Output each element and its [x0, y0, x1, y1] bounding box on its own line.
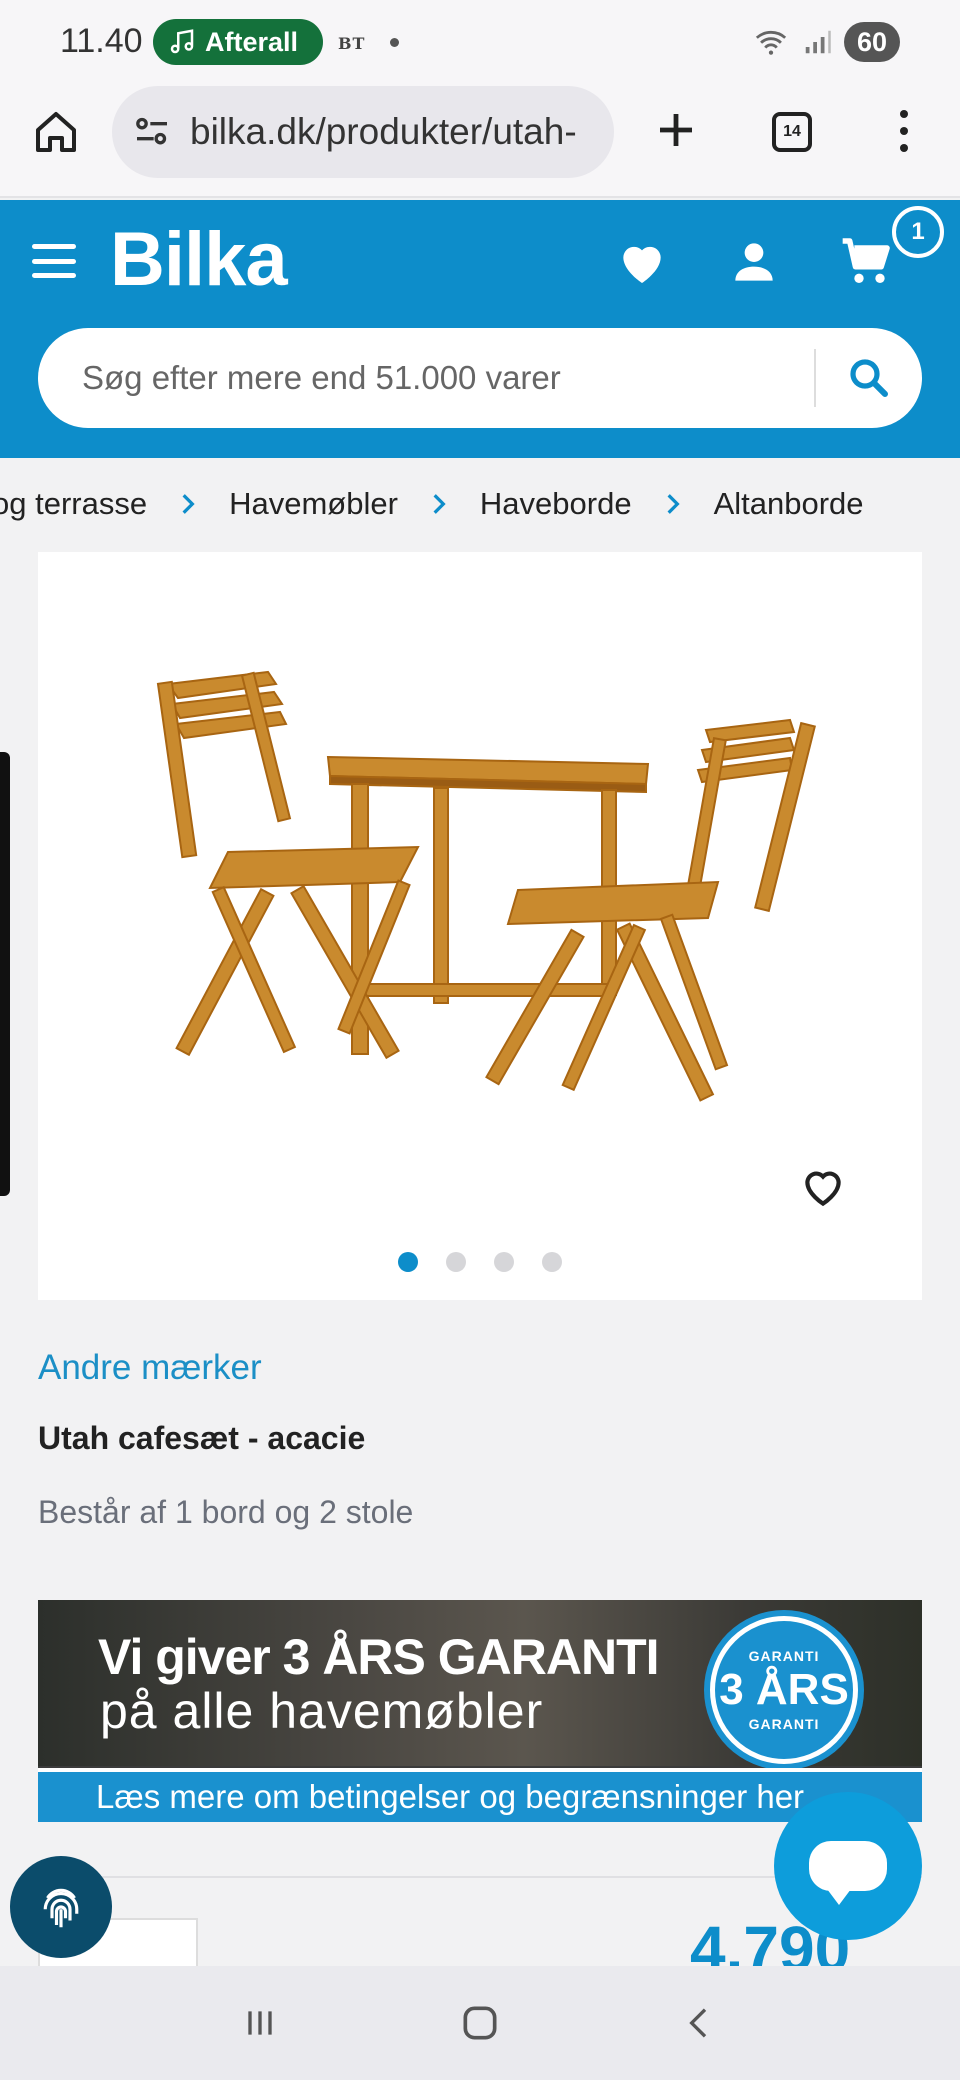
favorites-heart-icon[interactable] [614, 234, 670, 290]
edge-panel-handle[interactable] [0, 752, 10, 1196]
chat-support-button[interactable] [774, 1792, 922, 1940]
carousel-dot[interactable] [446, 1252, 466, 1272]
carousel-dot[interactable] [398, 1252, 418, 1272]
product-brand-link[interactable]: Andre mærker [38, 1348, 262, 1388]
chevron-right-icon [667, 494, 680, 514]
breadcrumb-item[interactable]: Haveborde [480, 486, 632, 522]
breadcrumb-item[interactable]: Havemøbler [229, 486, 398, 522]
cart-count-badge: 1 [892, 206, 944, 258]
search-input[interactable] [38, 359, 814, 397]
search-icon [850, 359, 888, 397]
fingerprint-icon [43, 1888, 79, 1928]
fingerprint-button[interactable] [10, 1856, 112, 1958]
product-image-gallery[interactable] [38, 552, 922, 1300]
search-button[interactable] [816, 328, 922, 428]
breadcrumb-item[interactable]: Altanborde [714, 486, 864, 522]
recent-apps-icon[interactable] [230, 1993, 290, 2053]
site-settings-icon[interactable] [132, 112, 172, 152]
wifi-icon [755, 30, 787, 55]
battery-indicator: 60 [844, 22, 900, 62]
shopping-cart-icon[interactable] [838, 234, 894, 290]
breadcrumb: og terrasse Havemøbler Haveborde Altanbo… [0, 458, 960, 550]
breadcrumb-item[interactable]: og terrasse [0, 486, 147, 522]
status-bar: 11.40 Afterall BT 60 [0, 0, 960, 86]
product-subtitle: Består af 1 bord og 2 stole [38, 1494, 414, 1530]
carousel-dot[interactable] [494, 1252, 514, 1272]
site-header: Bilka 1 [0, 200, 960, 458]
home-nav-icon[interactable] [450, 1993, 510, 2053]
hamburger-menu-icon[interactable] [32, 244, 76, 278]
screen: 11.40 Afterall BT 60 bilka.dk/produkter/… [0, 0, 960, 2080]
new-tab-icon[interactable] [652, 106, 700, 154]
carousel-dots [38, 1252, 922, 1272]
system-navigation-bar [0, 1966, 960, 2080]
browser-toolbar: bilka.dk/produkter/utah- 14 [0, 86, 960, 198]
url-text: bilka.dk/produkter/utah- [190, 111, 577, 152]
badge-main-text: 3 ÅRS [719, 1665, 849, 1714]
add-to-wishlist-heart-icon[interactable] [796, 1162, 850, 1212]
carousel-dot[interactable] [542, 1252, 562, 1272]
account-user-icon[interactable] [726, 234, 782, 290]
chevron-right-icon [433, 494, 446, 514]
badge-top-text: GARANTI [748, 1648, 820, 1664]
search-bar [38, 328, 922, 428]
notification-app-icon: BT [338, 34, 366, 53]
warranty-seal-badge: GARANTI 3 ÅRS GARANTI [710, 1616, 858, 1764]
home-icon[interactable] [32, 108, 80, 156]
more-menu-icon[interactable] [886, 106, 922, 156]
warranty-banner[interactable]: Vi giver 3 ÅRS GARANTI på alle havemøble… [38, 1600, 922, 1822]
chevron-right-icon [182, 494, 195, 514]
signal-icon [805, 30, 831, 54]
product-title: Utah cafesæt - acacie [38, 1420, 366, 1456]
status-time: 11.40 [60, 22, 143, 60]
chat-bubble-icon [809, 1841, 887, 1905]
notification-dot-icon [390, 38, 399, 47]
product-image [156, 670, 816, 1102]
media-app-label: Afterall [205, 26, 299, 57]
music-note-icon [170, 29, 194, 54]
bilka-logo[interactable]: Bilka [110, 216, 288, 303]
banner-subheadline: på alle havemøbler [100, 1683, 544, 1739]
banner-headline: Vi giver 3 ÅRS GARANTI [98, 1629, 660, 1685]
status-icons: 60 [752, 22, 900, 62]
back-nav-icon[interactable] [670, 1993, 730, 2053]
tab-switcher-button[interactable]: 14 [772, 112, 812, 152]
address-bar[interactable]: bilka.dk/produkter/utah- [112, 86, 614, 178]
media-playing-chip[interactable]: Afterall [153, 19, 323, 65]
banner-terms-link[interactable]: Læs mere om betingelser og begrænsninger… [38, 1768, 922, 1822]
badge-bottom-text: GARANTI [748, 1716, 820, 1732]
